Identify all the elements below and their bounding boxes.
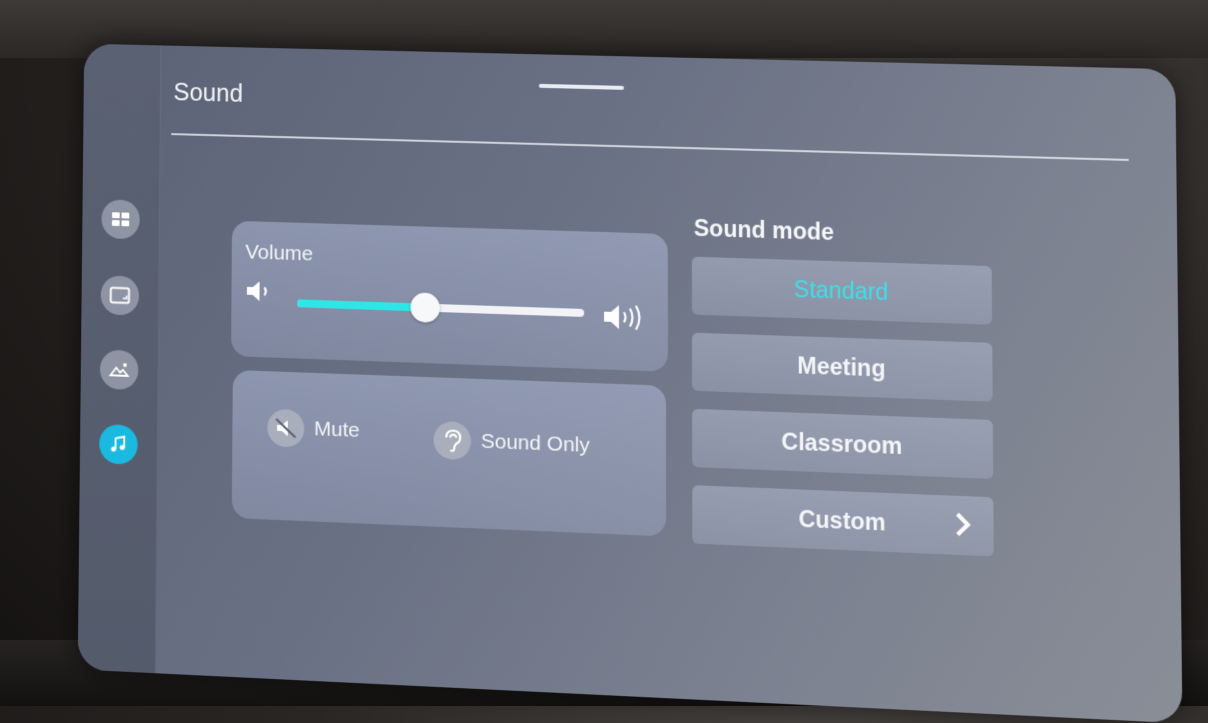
sound-mode-standard-button[interactable]: Standard: [691, 256, 993, 325]
volume-card: Volume: [231, 220, 668, 372]
page-title: Sound: [173, 78, 243, 108]
grid-icon: [111, 212, 130, 227]
sound-only-button[interactable]: Sound Only: [433, 420, 590, 465]
drag-handle[interactable]: [538, 83, 624, 90]
music-note-icon: [111, 434, 128, 454]
sound-settings-panel: Sound Volume Mute Sound Only Sound mode …: [77, 43, 1183, 723]
settings-sidebar: [77, 43, 162, 674]
ear-icon: [433, 420, 472, 461]
sound-mode-custom-label: Custom: [798, 505, 886, 536]
sound-mode-custom-button[interactable]: Custom: [692, 485, 994, 557]
screen-icon: [109, 286, 130, 304]
sidebar-item-picture[interactable]: [99, 349, 139, 391]
chevron-right-icon: [952, 510, 973, 539]
mute-button[interactable]: Mute: [267, 408, 360, 450]
volume-slider-fill: [297, 299, 426, 312]
mute-icon: [267, 408, 305, 448]
sound-only-label: Sound Only: [480, 429, 590, 457]
sidebar-item-sound[interactable]: [99, 423, 138, 465]
audio-options-card: Mute Sound Only: [231, 369, 667, 537]
header-divider: [171, 133, 1129, 161]
sound-mode-meeting-button[interactable]: Meeting: [691, 332, 993, 402]
sidebar-item-display[interactable]: [100, 275, 140, 316]
sound-mode-heading: Sound mode: [693, 214, 835, 246]
volume-slider-knob[interactable]: [410, 292, 441, 323]
volume-slider[interactable]: [297, 292, 585, 323]
sound-mode-classroom-button[interactable]: Classroom: [692, 408, 994, 479]
sidebar-item-general[interactable]: [101, 199, 140, 240]
speaker-low-icon: [246, 280, 278, 302]
image-icon: [109, 363, 130, 379]
mute-label: Mute: [313, 417, 360, 442]
speaker-high-icon: [604, 305, 641, 331]
volume-label: Volume: [245, 240, 314, 266]
